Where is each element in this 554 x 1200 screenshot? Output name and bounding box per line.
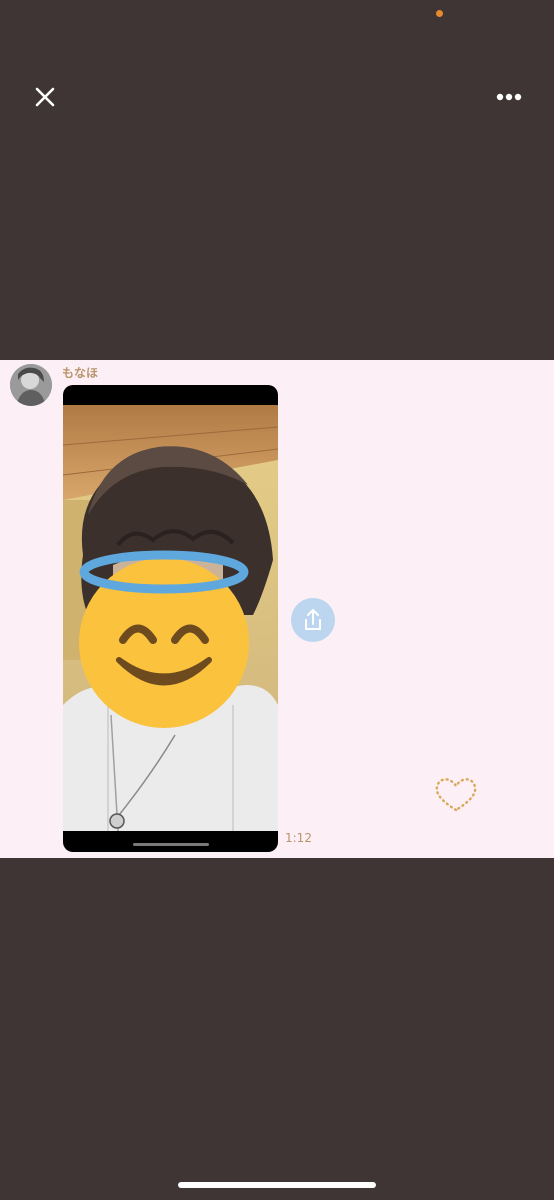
heart-outline-icon — [432, 774, 480, 814]
sender-name: もなほ — [62, 366, 99, 380]
close-icon — [35, 87, 55, 107]
chat-screenshot: もなほ 1:12 — [0, 360, 554, 858]
video-thumbnail — [63, 405, 278, 831]
avatar[interactable] — [10, 364, 52, 406]
share-icon — [305, 609, 321, 630]
video-message[interactable] — [63, 385, 278, 852]
video-home-indicator — [133, 843, 209, 846]
home-indicator-bar — [178, 1182, 376, 1188]
more-horizontal-icon — [496, 93, 522, 101]
more-options-button[interactable] — [492, 86, 526, 108]
message-timestamp: 1:12 — [285, 831, 312, 845]
share-button[interactable] — [291, 598, 335, 642]
close-button[interactable] — [30, 82, 60, 112]
status-dot — [436, 10, 443, 17]
avatar-image — [10, 364, 52, 406]
